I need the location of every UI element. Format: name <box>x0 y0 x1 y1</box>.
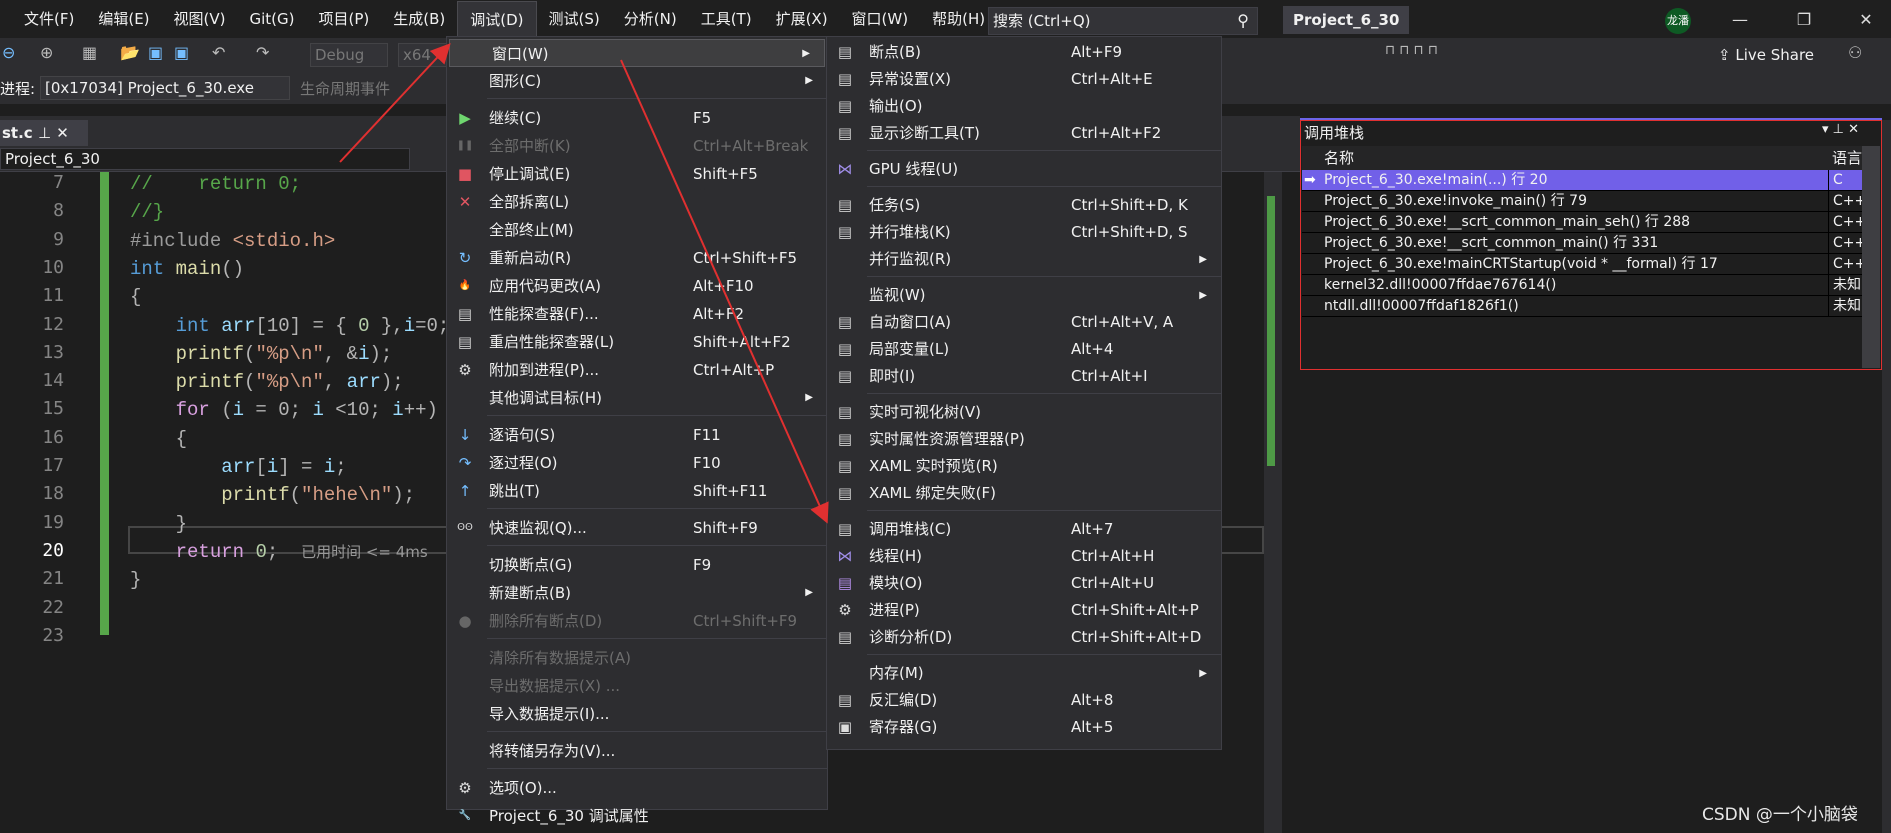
watermark: CSDN @一个小脑袋 <box>1702 805 1858 825</box>
annotation-arrows <box>339 43 829 524</box>
arrow-to-call-stack <box>620 59 829 524</box>
arrow-to-debug-menu <box>339 43 451 163</box>
